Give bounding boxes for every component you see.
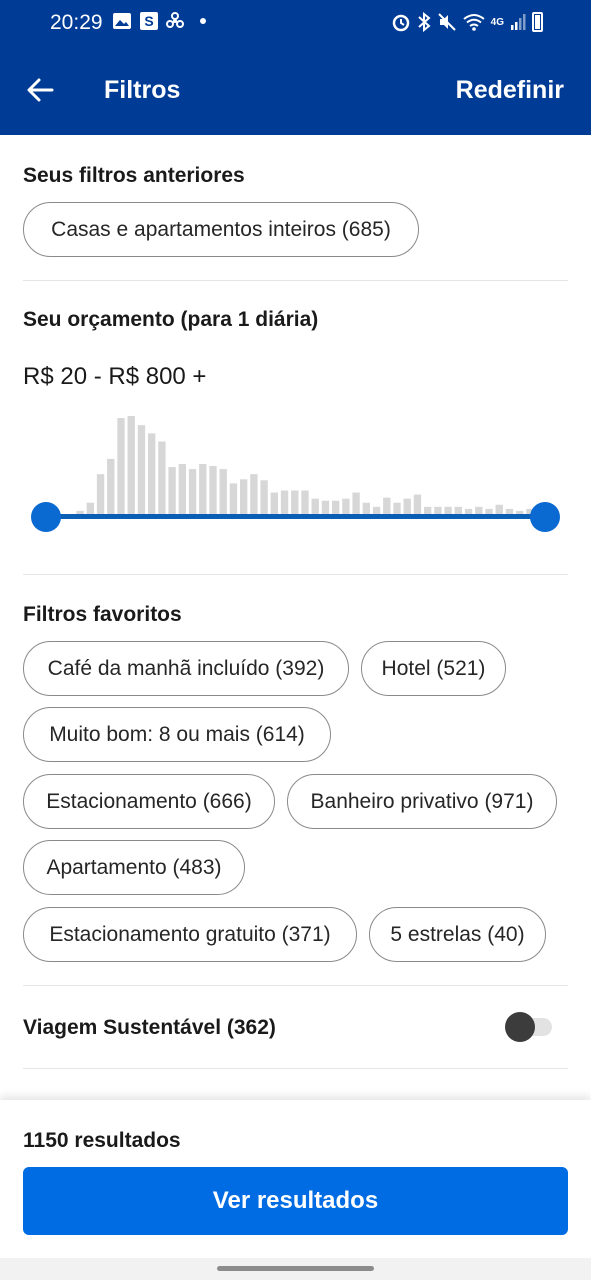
- histogram-bar: [413, 494, 422, 515]
- bluetooth-icon: [417, 12, 431, 32]
- previous-filters-title: Seus filtros anteriores: [23, 164, 245, 187]
- price-slider-track: [45, 514, 545, 519]
- histogram-bar: [229, 483, 238, 515]
- divider: [23, 985, 568, 986]
- histogram-bar: [107, 458, 115, 515]
- status-time: 20:29: [50, 11, 103, 34]
- histogram-bar: [301, 490, 309, 515]
- histogram-bar: [321, 500, 330, 515]
- status-bar: 20:29 S 4G: [0, 0, 591, 46]
- sustainable-travel-label: Viagem Sustentável (362): [23, 1016, 276, 1039]
- budget-range-label: R$ 20 - R$ 800 +: [23, 363, 207, 390]
- histogram-bar: [403, 498, 411, 515]
- histogram-bar: [127, 416, 135, 515]
- fan-icon: [166, 12, 184, 28]
- s-app-icon: S: [140, 12, 158, 30]
- histogram-bar: [137, 425, 146, 515]
- price-slider-min-handle[interactable]: [31, 502, 61, 532]
- histogram-bar: [331, 500, 340, 515]
- histogram-bar: [270, 492, 279, 515]
- chip-hotel[interactable]: Hotel (521): [361, 641, 506, 696]
- dot-icon: [200, 18, 206, 24]
- histogram-bar: [291, 490, 299, 515]
- histogram-bar: [188, 469, 197, 515]
- chip-parking[interactable]: Estacionamento (666): [23, 774, 275, 829]
- histogram-bar: [147, 433, 156, 515]
- histogram-bar: [117, 418, 125, 515]
- view-results-button[interactable]: Ver resultados: [23, 1167, 568, 1235]
- divider: [23, 280, 568, 281]
- wifi-icon: [463, 14, 485, 31]
- results-footer: 1150 resultados Ver resultados: [0, 1100, 591, 1280]
- histogram-bar: [199, 463, 207, 515]
- divider: [23, 1068, 568, 1069]
- chip-very-good-rating[interactable]: Muito bom: 8 ou mais (614): [23, 707, 331, 762]
- histogram-bar: [158, 441, 166, 515]
- status-right-icons: 4G: [391, 12, 543, 32]
- 4g-icon: 4G: [490, 16, 504, 28]
- battery-icon: [532, 12, 543, 32]
- page-title: Filtros: [104, 76, 181, 104]
- histogram-bar: [209, 466, 217, 515]
- favorite-filters-title: Filtros favoritos: [23, 603, 182, 626]
- chip-apartment[interactable]: Apartamento (483): [23, 840, 245, 895]
- status-left-icons: S: [112, 12, 206, 30]
- signal-icon: [511, 14, 526, 30]
- chip-5-stars[interactable]: 5 estrelas (40): [369, 907, 546, 962]
- sustainable-travel-toggle[interactable]: [505, 1012, 535, 1042]
- histogram-bar: [352, 492, 360, 515]
- divider: [23, 574, 568, 575]
- app-bar: Filtros Redefinir: [0, 46, 591, 135]
- image-icon: [113, 13, 131, 29]
- histogram-bar: [383, 497, 391, 515]
- budget-title: Seu orçamento (para 1 diária): [23, 308, 319, 331]
- chip-free-parking[interactable]: Estacionamento gratuito (371): [23, 907, 357, 962]
- mute-icon: [437, 13, 456, 31]
- price-histogram: [76, 416, 534, 515]
- home-indicator[interactable]: [217, 1266, 374, 1271]
- histogram-bar: [311, 498, 319, 515]
- histogram-bar: [342, 498, 350, 515]
- histogram-bar: [239, 479, 248, 515]
- chip-private-bathroom[interactable]: Banheiro privativo (971): [287, 774, 557, 829]
- back-arrow-icon[interactable]: [24, 74, 56, 106]
- chip-breakfast-included[interactable]: Café da manhã incluído (392): [23, 641, 349, 696]
- histogram-bar: [260, 480, 268, 515]
- histogram-bar: [168, 467, 176, 515]
- alarm-icon: [392, 14, 409, 32]
- reset-button[interactable]: Redefinir: [456, 76, 564, 105]
- histogram-bar: [250, 474, 258, 515]
- histogram-bar: [219, 469, 227, 515]
- chip-previous-filter[interactable]: Casas e apartamentos inteiros (685): [23, 202, 419, 257]
- results-count: 1150 resultados: [23, 1129, 181, 1152]
- histogram-bar: [96, 474, 105, 515]
- histogram-bar: [178, 463, 187, 515]
- navigation-bar: [0, 1258, 591, 1280]
- price-slider-max-handle[interactable]: [530, 502, 560, 532]
- histogram-bar: [280, 490, 289, 515]
